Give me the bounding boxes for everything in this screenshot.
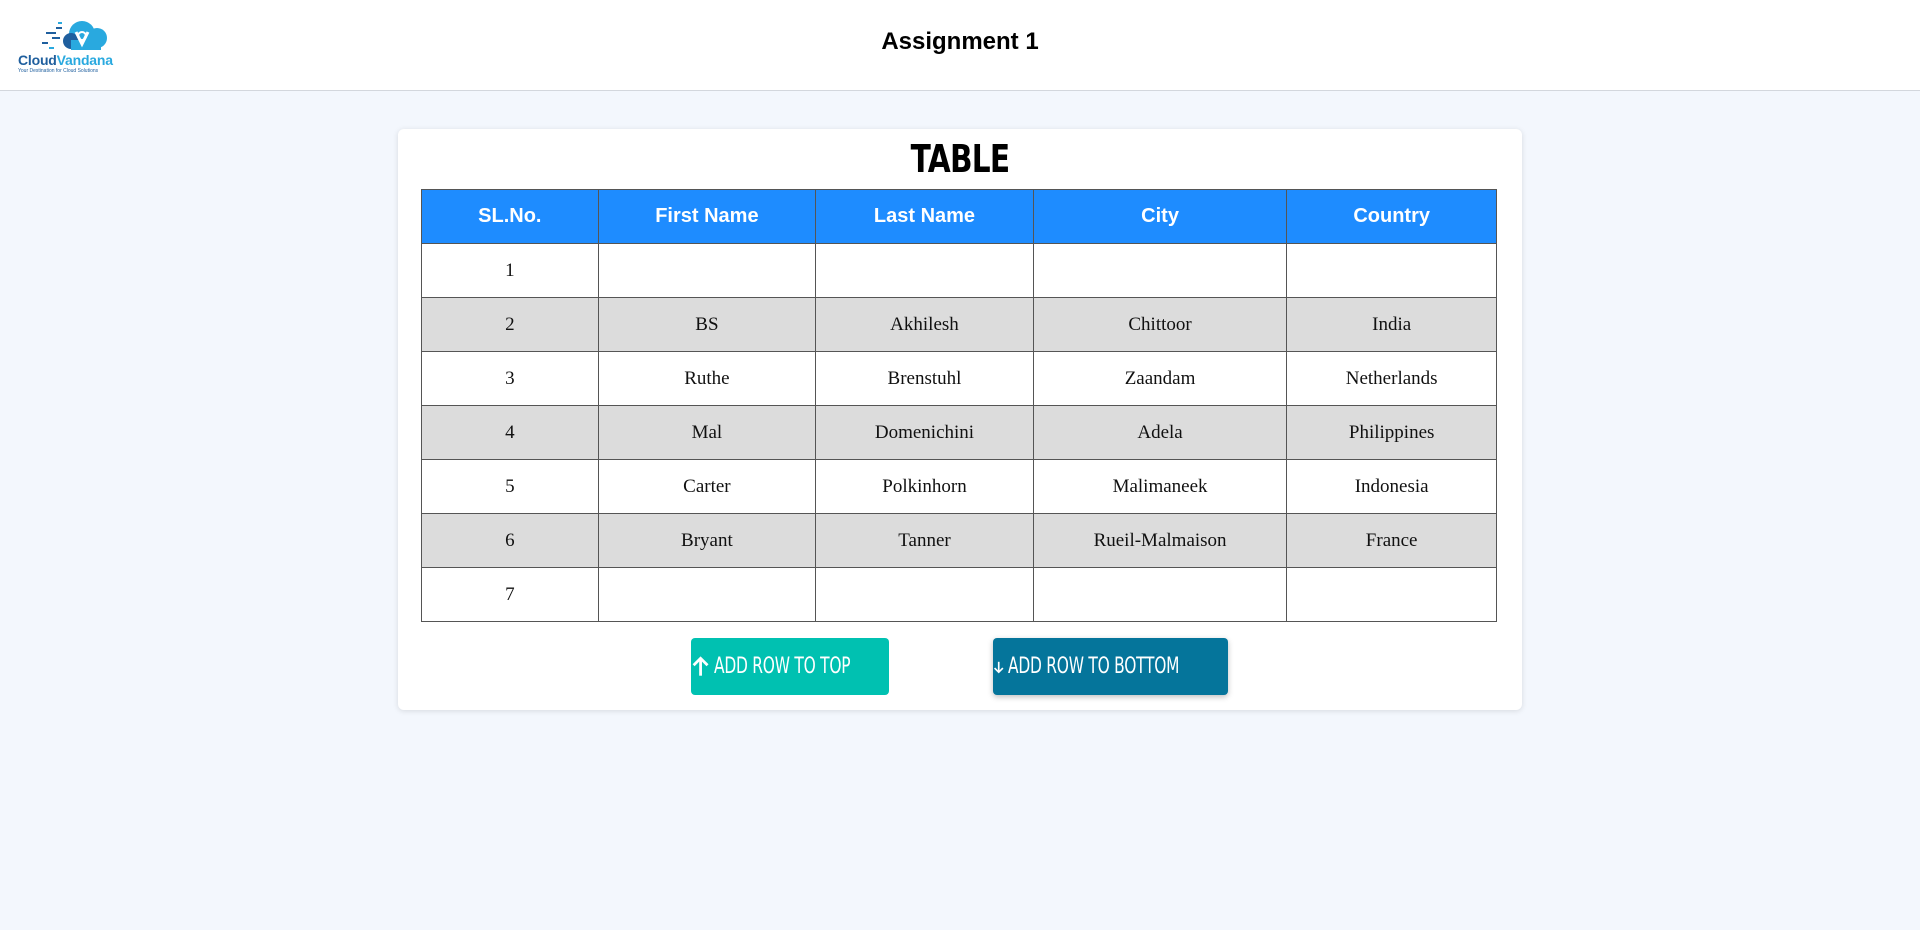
column-header-sl-no: SL.No. [421,189,599,244]
cell-first-name: Mal [597,405,817,460]
cell-country: Indonesia [1286,459,1497,514]
table-header-row: SL.No. First Name Last Name City Country [421,189,1497,244]
table-row: 1 [421,243,1497,298]
cell-first-name [597,243,817,298]
cell-city [1032,567,1288,622]
cell-last-name [815,567,1034,622]
logo-tagline: Your Destination for Cloud Solutions [18,68,99,74]
cell-sl-no: 2 [421,297,599,352]
cell-city [1032,243,1288,298]
add-row-to-bottom-label: ADD ROW TO BOTTOM [1008,654,1180,679]
cell-sl-no: 4 [421,405,599,460]
add-row-to-top-label: ADD ROW TO TOP [714,654,851,679]
cell-last-name: Polkinhorn [815,459,1034,514]
cell-country [1286,567,1497,622]
column-header-last-name: Last Name [815,189,1034,244]
table-row: 3 Ruthe Brenstuhl Zaandam Netherlands [421,351,1497,406]
cell-last-name: Tanner [815,513,1034,568]
cell-city: Adela [1032,405,1288,460]
card-title: TABLE [910,137,1010,181]
cell-sl-no: 1 [421,243,599,298]
cell-sl-no: 7 [421,567,599,622]
cell-city: Zaandam [1032,351,1288,406]
table-row: 7 [421,567,1497,622]
cell-city: Malimaneek [1032,459,1288,514]
column-header-city: City [1032,189,1288,244]
cell-first-name: BS [597,297,817,352]
cell-last-name: Brenstuhl [815,351,1034,406]
column-header-country: Country [1286,189,1497,244]
cell-first-name [597,567,817,622]
cell-last-name: Domenichini [815,405,1034,460]
table-card: TABLE SL.No. First Name Last Name City C… [398,129,1522,710]
cell-city: Chittoor [1032,297,1288,352]
cell-sl-no: 5 [421,459,599,514]
column-header-first-name: First Name [597,189,817,244]
add-row-to-top-button[interactable]: ADD ROW TO TOP [691,638,889,695]
table-row: 6 Bryant Tanner Rueil-Malmaison France [421,513,1497,568]
cell-sl-no: 3 [421,351,599,406]
cell-first-name: Bryant [597,513,817,568]
add-row-to-bottom-button[interactable]: ADD ROW TO BOTTOM [993,638,1228,695]
arrow-up-icon [692,655,709,676]
cell-country [1286,243,1497,298]
cell-country: Philippines [1286,405,1497,460]
cell-country: Netherlands [1286,351,1497,406]
cell-city: Rueil-Malmaison [1032,513,1288,568]
cell-sl-no: 6 [421,513,599,568]
data-table: SL.No. First Name Last Name City Country… [421,189,1497,622]
cell-last-name: Akhilesh [815,297,1034,352]
cell-first-name: Ruthe [597,351,817,406]
table-row: 5 Carter Polkinhorn Malimaneek Indonesia [421,459,1497,514]
arrow-down-icon [993,661,1004,673]
table-row: 4 Mal Domenichini Adela Philippines [421,405,1497,460]
table-row: 2 BS Akhilesh Chittoor India [421,297,1497,352]
cell-country: France [1286,513,1497,568]
cell-first-name: Carter [597,459,817,514]
page-title: Assignment 1 [881,28,1039,55]
cell-last-name [815,243,1034,298]
cell-country: India [1286,297,1497,352]
top-navbar: CloudVandana Your Destination for Cloud … [0,0,1920,91]
